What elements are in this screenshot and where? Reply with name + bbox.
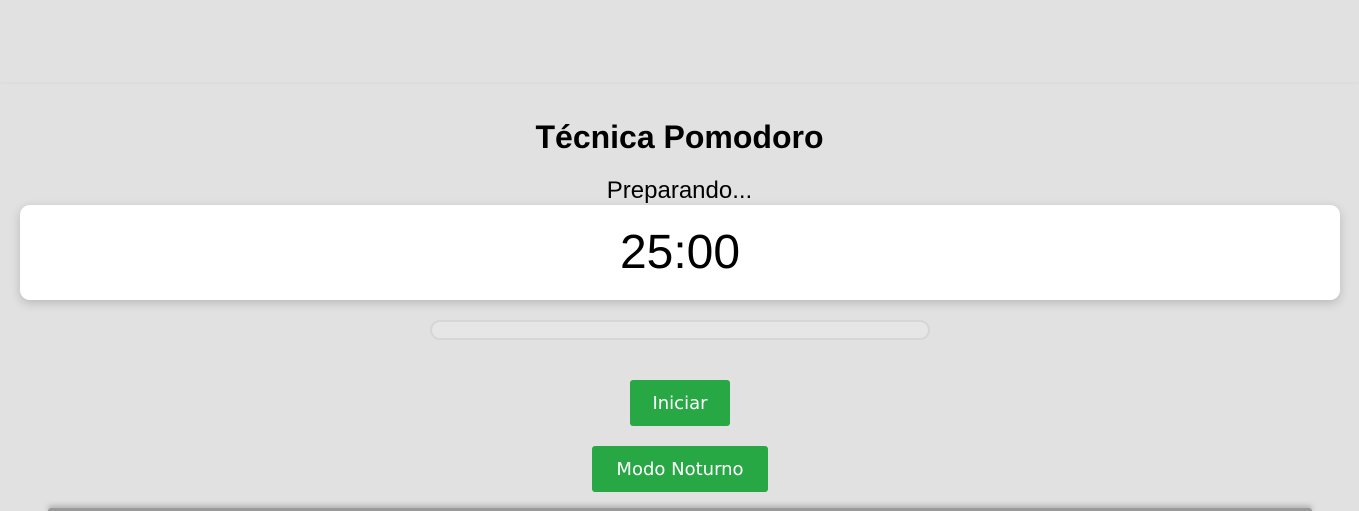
progress-bar: [430, 320, 930, 340]
timer-card: 25:00: [20, 205, 1340, 300]
page-title: Técnica Pomodoro: [535, 119, 824, 155]
night-mode-button[interactable]: Modo Noturno: [592, 446, 768, 492]
start-button[interactable]: Iniciar: [630, 380, 730, 426]
pomodoro-page: Técnica Pomodoro Preparando... 25:00 Ini…: [0, 0, 1359, 511]
status-text: Preparando...: [606, 177, 753, 204]
top-header-band: [0, 0, 1359, 82]
timer-display: 25:00: [619, 225, 741, 279]
